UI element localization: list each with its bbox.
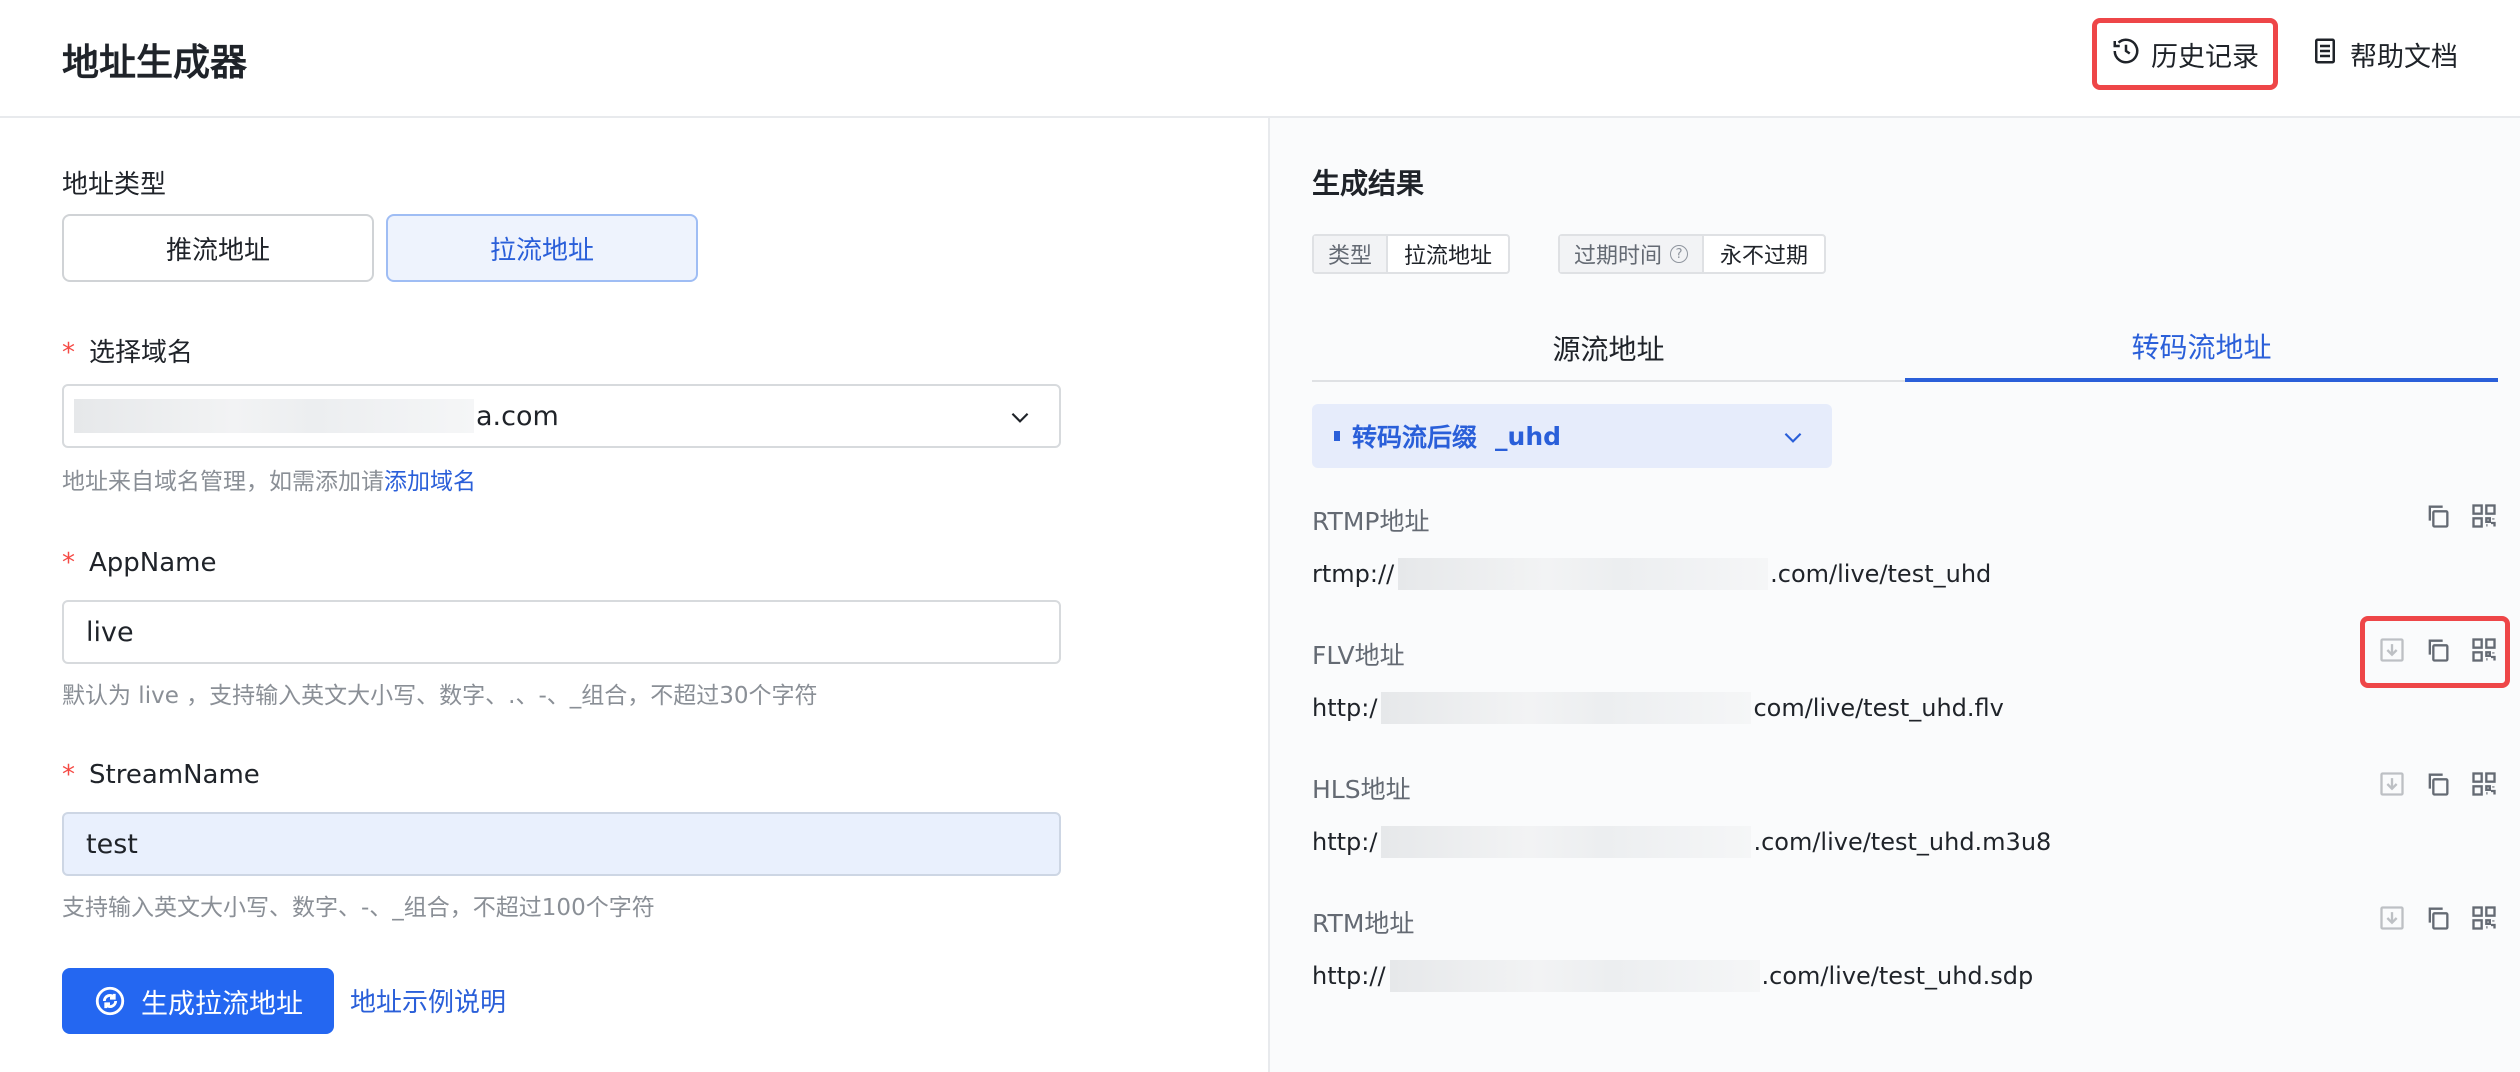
domain-select[interactable]: a.com xyxy=(62,384,1061,448)
address-actions xyxy=(2378,904,2498,932)
domain-hint: 地址来自域名管理，如需添加请添加域名 xyxy=(62,469,476,495)
refresh-icon xyxy=(95,986,125,1016)
address-label: HLS地址 xyxy=(1312,775,1411,804)
suffix-value: _uhd xyxy=(1495,421,1562,451)
transcode-suffix-select[interactable]: 转码流后缀 _uhd xyxy=(1312,404,1832,468)
copy-icon[interactable] xyxy=(2424,770,2452,798)
generate-pull-url-button[interactable]: 生成拉流地址 xyxy=(62,968,334,1034)
appname-label: * AppName xyxy=(62,548,217,578)
header-actions: 历史记录 帮助文档 xyxy=(2092,18,2476,90)
address-label: RTMP地址 xyxy=(1312,507,1430,536)
redacted-host xyxy=(1381,692,1752,724)
qrcode-icon[interactable] xyxy=(2470,502,2498,530)
push-url-option[interactable]: 推流地址 xyxy=(62,214,374,282)
addr-type-label: 地址类型 xyxy=(62,170,167,200)
chevron-down-icon xyxy=(1784,432,1802,443)
qrcode-icon[interactable] xyxy=(2470,904,2498,932)
address-example-link[interactable]: 地址示例说明 xyxy=(350,982,506,1019)
type-value: 拉流地址 xyxy=(1404,244,1493,269)
address-url[interactable]: http://.com/live/test_uhd.sdp xyxy=(1312,960,2498,992)
redacted-host xyxy=(1381,826,1752,858)
appname-input[interactable]: live xyxy=(62,600,1061,664)
suffix-dot xyxy=(1334,431,1340,441)
help-label: 帮助文档 xyxy=(2350,41,2458,73)
streamname-label: * StreamName xyxy=(62,760,260,790)
result-tabs: 源流地址 转码流地址 xyxy=(1312,314,2498,382)
result-panel: 生成结果 类型 拉流地址 过期时间? 永不过期 源流地址 转码流地址 转码流后缀… xyxy=(1268,118,2520,1072)
history-button[interactable]: 历史记录 xyxy=(2092,18,2278,90)
address-label: RTM地址 xyxy=(1312,909,1415,938)
domain-value: a.com xyxy=(476,400,559,432)
history-clock-icon xyxy=(2111,36,2141,73)
copy-icon[interactable] xyxy=(2424,502,2452,530)
type-tag: 类型 拉流地址 xyxy=(1312,234,1511,274)
domain-label: * 选择域名 xyxy=(62,338,194,368)
history-label: 历史记录 xyxy=(2151,41,2259,73)
rtm-address: RTM地址 http://.com/live/test_uhd.sdp xyxy=(1312,904,2498,992)
suffix-label: 转码流后缀 xyxy=(1352,423,1478,452)
add-domain-link[interactable]: 添加域名 xyxy=(384,469,476,495)
chevron-down-icon xyxy=(1011,412,1029,423)
download-icon[interactable] xyxy=(2378,770,2406,798)
address-actions xyxy=(2424,502,2498,530)
expire-value: 永不过期 xyxy=(1720,244,1809,269)
page-header: 地址生成器 历史记录 帮助文档 xyxy=(0,0,2520,118)
address-url[interactable]: http:/.com/live/test_uhd.m3u8 xyxy=(1312,826,2498,858)
streamname-hint: 支持输入英文大小写、数字、-、_组合，不超过100个字符 xyxy=(62,895,655,921)
page-title: 地址生成器 xyxy=(62,41,247,84)
highlight-box xyxy=(2360,616,2510,688)
hls-address: HLS地址 http:/.com/live/test_uhd.m3u8 xyxy=(1312,770,2498,858)
download-icon[interactable] xyxy=(2378,904,2406,932)
rtmp-address: RTMP地址 rtmp://.com/live/test_uhd xyxy=(1312,502,2498,590)
generate-button-label: 生成拉流地址 xyxy=(141,988,303,1020)
expire-tag: 过期时间? 永不过期 xyxy=(1558,234,1827,274)
generator-form: 地址类型 推流地址 拉流地址 * 选择域名 a.com 地址来自域名管理，如需添加… xyxy=(0,120,1268,1072)
address-url[interactable]: rtmp://.com/live/test_uhd xyxy=(1312,558,2498,590)
flv-address: FLV地址 http:/com/live/test_uhd.flv xyxy=(1312,616,2510,724)
expire-key: 过期时间? xyxy=(1560,236,1705,272)
help-docs-button[interactable]: 帮助文档 xyxy=(2292,18,2476,90)
question-circle-icon[interactable]: ? xyxy=(1670,245,1689,263)
address-actions xyxy=(2378,770,2498,798)
address-url[interactable]: http:/com/live/test_uhd.flv xyxy=(1312,692,2498,724)
address-label: FLV地址 xyxy=(1312,641,1405,670)
qrcode-icon[interactable] xyxy=(2470,770,2498,798)
tab-source-url[interactable]: 源流地址 xyxy=(1312,314,1905,382)
copy-icon[interactable] xyxy=(2424,904,2452,932)
tab-transcode-url[interactable]: 转码流地址 xyxy=(1905,314,2498,382)
document-icon xyxy=(2310,36,2340,73)
redacted-host xyxy=(1389,960,1760,992)
result-title: 生成结果 xyxy=(1312,167,1425,200)
redacted-host xyxy=(1398,558,1769,590)
appname-hint: 默认为 live ，支持输入英文大小写、数字、.、-、_组合，不超过30个字符 xyxy=(62,683,818,709)
redacted-domain xyxy=(74,399,474,433)
streamname-input[interactable]: test xyxy=(62,812,1061,876)
pull-url-option[interactable]: 拉流地址 xyxy=(386,214,698,282)
type-key: 类型 xyxy=(1314,236,1389,272)
